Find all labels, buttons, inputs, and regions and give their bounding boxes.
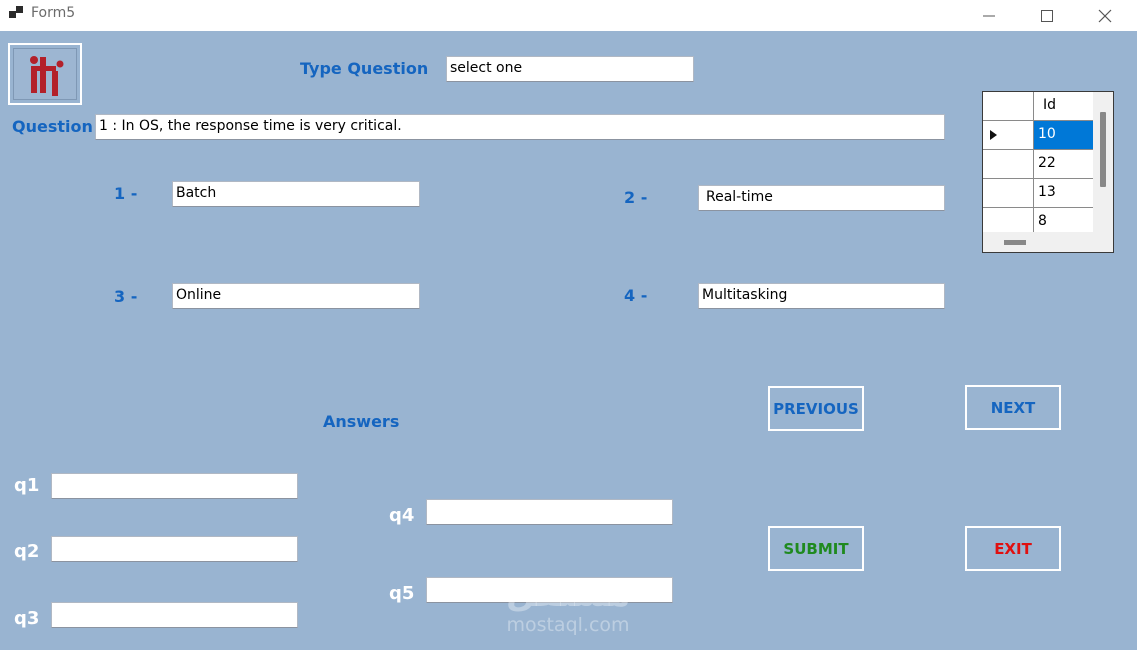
vertical-scroll-thumb[interactable]	[1100, 112, 1106, 187]
q3-input[interactable]	[51, 602, 298, 628]
grid-cell[interactable]: 22	[1034, 150, 1093, 178]
grid-row-header[interactable]	[983, 179, 1034, 207]
q3-label: q3	[14, 608, 40, 629]
grid-corner-cell	[983, 92, 1034, 120]
option-4-textbox[interactable]: Multitasking	[698, 283, 945, 309]
exit-button[interactable]: EXIT	[965, 526, 1061, 571]
grid-row-header[interactable]	[983, 150, 1034, 178]
grid-row-header[interactable]	[983, 121, 1034, 149]
logo-picture	[8, 43, 82, 105]
q1-label: q1	[14, 475, 40, 496]
close-icon	[1098, 9, 1112, 22]
watermark: مستقل mostaql.com	[498, 576, 638, 636]
minimize-icon	[983, 15, 995, 16]
q5-label: q5	[389, 583, 415, 604]
question-label: Question	[12, 117, 93, 136]
grid-cell[interactable]: 13	[1034, 179, 1093, 207]
q2-label: q2	[14, 541, 40, 562]
maximize-button[interactable]	[1018, 0, 1076, 31]
app-icon	[9, 6, 23, 20]
grid-vertical-scrollbar[interactable]	[1093, 92, 1113, 232]
option-1-label: 1 -	[114, 184, 138, 203]
watermark-latin-text: mostaql.com	[506, 614, 630, 636]
option-3-label: 3 -	[114, 287, 138, 306]
answers-heading: Answers	[323, 412, 400, 431]
window-titlebar[interactable]: Form5	[0, 0, 1137, 31]
submit-button[interactable]: SUBMIT	[768, 526, 864, 571]
window-title: Form5	[31, 5, 76, 21]
current-row-arrow-icon	[990, 130, 997, 140]
maximize-icon	[1041, 9, 1053, 22]
grid-column-header-id[interactable]: Id	[1034, 92, 1093, 120]
q1-input[interactable]	[51, 473, 298, 499]
grid-row[interactable]: 10	[983, 121, 1093, 150]
grid-cell[interactable]: 10	[1034, 121, 1093, 149]
questions-grid[interactable]: Id 10 22 13 8	[982, 91, 1114, 253]
scrollbar-corner	[1093, 232, 1113, 252]
option-4-label: 4 -	[624, 286, 648, 305]
option-3-textbox[interactable]: Online	[172, 283, 420, 309]
grid-row[interactable]: 22	[983, 150, 1093, 179]
type-question-select[interactable]: select one	[446, 56, 694, 82]
grid-horizontal-scrollbar[interactable]	[983, 232, 1093, 252]
type-question-label: Type Question	[300, 59, 429, 78]
iti-logo-icon	[30, 56, 64, 96]
grid-header-row: Id	[983, 92, 1093, 121]
q4-input[interactable]	[426, 499, 673, 525]
q2-input[interactable]	[51, 536, 298, 562]
next-button[interactable]: NEXT	[965, 385, 1061, 430]
minimize-button[interactable]	[960, 0, 1018, 31]
close-button[interactable]	[1076, 0, 1134, 31]
watermark-arabic-text: مستقل	[505, 575, 631, 615]
option-2-label: 2 -	[624, 188, 648, 207]
option-2-textbox[interactable]: Real-time	[698, 185, 945, 211]
option-1-textbox[interactable]: Batch	[172, 181, 420, 207]
form-body: Type Question select one Question 1 : In…	[0, 31, 1137, 650]
grid-row[interactable]: 13	[983, 179, 1093, 208]
question-textbox[interactable]: 1 : In OS, the response time is very cri…	[95, 114, 945, 140]
q4-label: q4	[389, 505, 415, 526]
horizontal-scroll-thumb[interactable]	[1004, 240, 1026, 245]
previous-button[interactable]: PREVIOUS	[768, 386, 864, 431]
